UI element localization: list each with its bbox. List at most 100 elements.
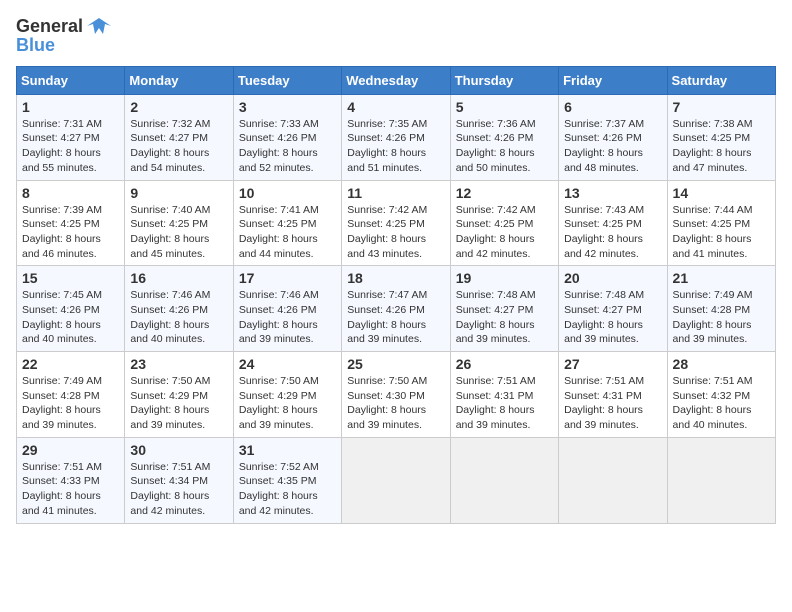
day-info: Sunrise: 7:49 AMSunset: 4:28 PMDaylight:…: [673, 288, 770, 347]
header-cell-thursday: Thursday: [450, 66, 558, 94]
day-number: 5: [456, 99, 553, 115]
day-number: 15: [22, 270, 119, 286]
header-cell-saturday: Saturday: [667, 66, 775, 94]
day-number: 28: [673, 356, 770, 372]
logo: General Blue: [16, 16, 113, 56]
day-number: 1: [22, 99, 119, 115]
day-info: Sunrise: 7:33 AMSunset: 4:26 PMDaylight:…: [239, 117, 336, 176]
calendar-cell: 16Sunrise: 7:46 AMSunset: 4:26 PMDayligh…: [125, 266, 233, 352]
day-number: 31: [239, 442, 336, 458]
day-info: Sunrise: 7:37 AMSunset: 4:26 PMDaylight:…: [564, 117, 661, 176]
week-row: 15 Sunrise: 7:45 AMSunset: 4:26 PMDayligh…: [17, 266, 776, 352]
calendar-cell: 19 Sunrise: 7:48 AMSunset: 4:27 PMDayligh…: [450, 266, 558, 352]
day-info: Sunrise: 7:50 AMSunset: 4:29 PMDaylight:…: [239, 374, 336, 433]
day-info: Sunrise: 7:39 AMSunset: 4:25 PMDaylight:…: [22, 203, 119, 262]
day-number: 3: [239, 99, 336, 115]
page-header: General Blue: [16, 16, 776, 56]
calendar-cell: 10 Sunrise: 7:41 AMSunset: 4:25 PMDayligh…: [233, 180, 341, 266]
week-row: 22Sunrise: 7:49 AMSunset: 4:28 PMDayligh…: [17, 352, 776, 438]
calendar-cell: 14Sunrise: 7:44 AMSunset: 4:25 PMDayligh…: [667, 180, 775, 266]
day-info: Sunrise: 7:38 AMSunset: 4:25 PMDaylight:…: [673, 117, 770, 176]
day-info: Sunrise: 7:31 AMSunset: 4:27 PMDaylight:…: [22, 117, 119, 176]
day-number: 12: [456, 185, 553, 201]
calendar-cell: 29Sunrise: 7:51 AMSunset: 4:33 PMDayligh…: [17, 437, 125, 523]
header-cell-monday: Monday: [125, 66, 233, 94]
calendar-cell: 7 Sunrise: 7:38 AMSunset: 4:25 PMDaylight…: [667, 94, 775, 180]
calendar-cell: 30Sunrise: 7:51 AMSunset: 4:34 PMDayligh…: [125, 437, 233, 523]
day-number: 18: [347, 270, 444, 286]
day-number: 16: [130, 270, 227, 286]
calendar-cell: 26 Sunrise: 7:51 AMSunset: 4:31 PMDayligh…: [450, 352, 558, 438]
calendar-cell: 1 Sunrise: 7:31 AMSunset: 4:27 PMDaylight…: [17, 94, 125, 180]
calendar-body: 1 Sunrise: 7:31 AMSunset: 4:27 PMDaylight…: [17, 94, 776, 523]
day-number: 24: [239, 356, 336, 372]
calendar-cell: 11 Sunrise: 7:42 AMSunset: 4:25 PMDayligh…: [342, 180, 450, 266]
calendar-cell: 3 Sunrise: 7:33 AMSunset: 4:26 PMDaylight…: [233, 94, 341, 180]
day-number: 10: [239, 185, 336, 201]
header-cell-tuesday: Tuesday: [233, 66, 341, 94]
day-info: Sunrise: 7:43 AMSunset: 4:25 PMDaylight:…: [564, 203, 661, 262]
day-info: Sunrise: 7:35 AMSunset: 4:26 PMDaylight:…: [347, 117, 444, 176]
week-row: 29Sunrise: 7:51 AMSunset: 4:33 PMDayligh…: [17, 437, 776, 523]
week-row: 8 Sunrise: 7:39 AMSunset: 4:25 PMDaylight…: [17, 180, 776, 266]
day-number: 17: [239, 270, 336, 286]
day-number: 19: [456, 270, 553, 286]
calendar-cell: [450, 437, 558, 523]
logo-general: General: [16, 17, 83, 37]
day-info: Sunrise: 7:41 AMSunset: 4:25 PMDaylight:…: [239, 203, 336, 262]
calendar-cell: 5 Sunrise: 7:36 AMSunset: 4:26 PMDaylight…: [450, 94, 558, 180]
day-info: Sunrise: 7:32 AMSunset: 4:27 PMDaylight:…: [130, 117, 227, 176]
day-number: 21: [673, 270, 770, 286]
day-info: Sunrise: 7:51 AMSunset: 4:31 PMDaylight:…: [456, 374, 553, 433]
day-info: Sunrise: 7:36 AMSunset: 4:26 PMDaylight:…: [456, 117, 553, 176]
day-number: 14: [673, 185, 770, 201]
calendar-cell: [667, 437, 775, 523]
calendar-cell: 22Sunrise: 7:49 AMSunset: 4:28 PMDayligh…: [17, 352, 125, 438]
day-number: 4: [347, 99, 444, 115]
day-number: 2: [130, 99, 227, 115]
calendar-cell: 12 Sunrise: 7:42 AMSunset: 4:25 PMDayligh…: [450, 180, 558, 266]
calendar-cell: 20Sunrise: 7:48 AMSunset: 4:27 PMDayligh…: [559, 266, 667, 352]
header-cell-friday: Friday: [559, 66, 667, 94]
calendar-cell: 23Sunrise: 7:50 AMSunset: 4:29 PMDayligh…: [125, 352, 233, 438]
day-info: Sunrise: 7:46 AMSunset: 4:26 PMDaylight:…: [239, 288, 336, 347]
day-number: 6: [564, 99, 661, 115]
day-info: Sunrise: 7:48 AMSunset: 4:27 PMDaylight:…: [456, 288, 553, 347]
day-info: Sunrise: 7:45 AMSunset: 4:26 PMDaylight:…: [22, 288, 119, 347]
day-number: 23: [130, 356, 227, 372]
logo-blue: Blue: [16, 36, 55, 56]
calendar-header: SundayMondayTuesdayWednesdayThursdayFrid…: [17, 66, 776, 94]
day-number: 8: [22, 185, 119, 201]
calendar-cell: 2 Sunrise: 7:32 AMSunset: 4:27 PMDaylight…: [125, 94, 233, 180]
calendar-cell: 13 Sunrise: 7:43 AMSunset: 4:25 PMDayligh…: [559, 180, 667, 266]
day-info: Sunrise: 7:51 AMSunset: 4:32 PMDaylight:…: [673, 374, 770, 433]
calendar-cell: [342, 437, 450, 523]
day-number: 11: [347, 185, 444, 201]
calendar-cell: 31 Sunrise: 7:52 AMSunset: 4:35 PMDayligh…: [233, 437, 341, 523]
day-info: Sunrise: 7:40 AMSunset: 4:25 PMDaylight:…: [130, 203, 227, 262]
day-info: Sunrise: 7:48 AMSunset: 4:27 PMDaylight:…: [564, 288, 661, 347]
day-info: Sunrise: 7:52 AMSunset: 4:35 PMDaylight:…: [239, 460, 336, 519]
day-number: 22: [22, 356, 119, 372]
day-info: Sunrise: 7:51 AMSunset: 4:33 PMDaylight:…: [22, 460, 119, 519]
header-row: SundayMondayTuesdayWednesdayThursdayFrid…: [17, 66, 776, 94]
day-info: Sunrise: 7:42 AMSunset: 4:25 PMDaylight:…: [347, 203, 444, 262]
day-info: Sunrise: 7:42 AMSunset: 4:25 PMDaylight:…: [456, 203, 553, 262]
logo-bird-icon: [85, 16, 113, 38]
day-number: 26: [456, 356, 553, 372]
day-info: Sunrise: 7:50 AMSunset: 4:30 PMDaylight:…: [347, 374, 444, 433]
day-number: 13: [564, 185, 661, 201]
calendar-cell: 24 Sunrise: 7:50 AMSunset: 4:29 PMDayligh…: [233, 352, 341, 438]
day-number: 7: [673, 99, 770, 115]
day-number: 25: [347, 356, 444, 372]
header-cell-wednesday: Wednesday: [342, 66, 450, 94]
header-cell-sunday: Sunday: [17, 66, 125, 94]
calendar-cell: 8 Sunrise: 7:39 AMSunset: 4:25 PMDaylight…: [17, 180, 125, 266]
calendar-cell: 6 Sunrise: 7:37 AMSunset: 4:26 PMDaylight…: [559, 94, 667, 180]
day-info: Sunrise: 7:51 AMSunset: 4:31 PMDaylight:…: [564, 374, 661, 433]
week-row: 1 Sunrise: 7:31 AMSunset: 4:27 PMDaylight…: [17, 94, 776, 180]
calendar-cell: 4 Sunrise: 7:35 AMSunset: 4:26 PMDaylight…: [342, 94, 450, 180]
day-info: Sunrise: 7:51 AMSunset: 4:34 PMDaylight:…: [130, 460, 227, 519]
calendar-cell: 15 Sunrise: 7:45 AMSunset: 4:26 PMDayligh…: [17, 266, 125, 352]
calendar-cell: 18Sunrise: 7:47 AMSunset: 4:26 PMDayligh…: [342, 266, 450, 352]
